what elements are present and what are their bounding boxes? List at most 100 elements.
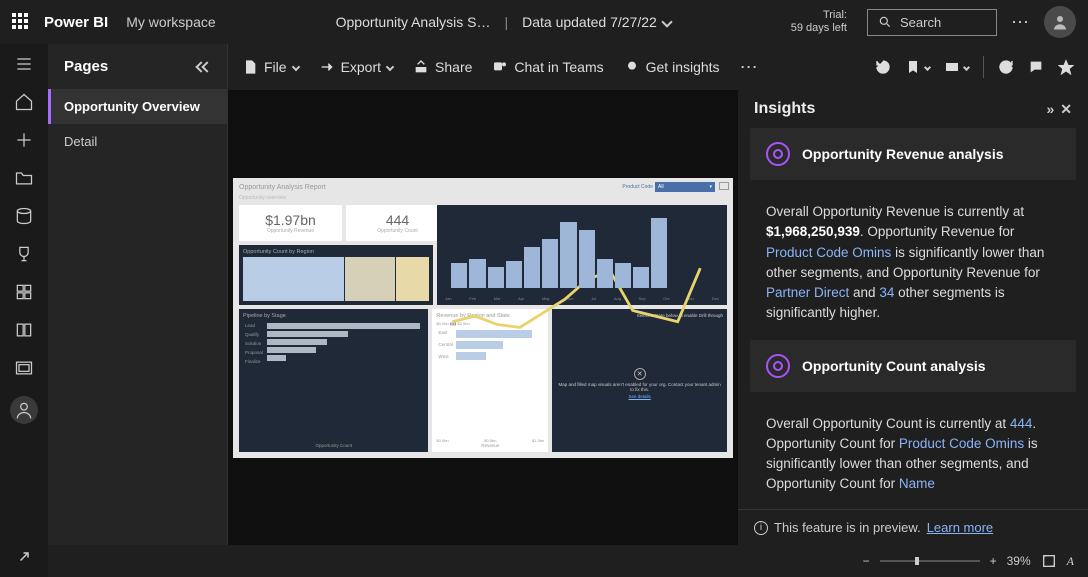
apps-icon[interactable] bbox=[14, 282, 34, 302]
insights-label: Get insights bbox=[646, 59, 720, 75]
user-avatar[interactable] bbox=[1044, 6, 1076, 38]
insights-header: Insights » ✕ bbox=[738, 90, 1088, 128]
get-insights-button[interactable]: Get insights bbox=[624, 59, 720, 75]
file-button[interactable]: File bbox=[242, 59, 299, 75]
report-canvas[interactable]: Product Code All▾ Opportunity Analysis R… bbox=[228, 90, 738, 545]
page-item-detail[interactable]: Detail bbox=[48, 124, 227, 159]
search-icon bbox=[878, 15, 892, 29]
map-see-details-link[interactable]: See details bbox=[629, 394, 651, 399]
export-icon bbox=[319, 59, 335, 75]
trial-days: 59 days left bbox=[791, 22, 847, 35]
star-icon[interactable] bbox=[1058, 59, 1074, 75]
trial-label: Trial: bbox=[791, 9, 847, 22]
share-button[interactable]: Share bbox=[413, 59, 472, 75]
accessibility-icon[interactable]: A bbox=[1067, 554, 1074, 569]
toolbar-more-icon[interactable]: ⋯ bbox=[740, 57, 759, 78]
learn-icon[interactable] bbox=[14, 320, 34, 340]
map-error-text: Map and filled map visuals aren't enable… bbox=[556, 382, 723, 392]
chevron-down-icon bbox=[963, 63, 970, 70]
export-label: Export bbox=[341, 59, 381, 75]
kpi-count-label: Opportunity Count bbox=[377, 228, 418, 234]
pages-panel: Pages Opportunity Overview Detail bbox=[48, 44, 228, 545]
workspaces-icon[interactable] bbox=[14, 358, 34, 378]
chat-label: Chat in Teams bbox=[514, 59, 603, 75]
folder-icon[interactable] bbox=[14, 168, 34, 188]
file-label: File bbox=[264, 59, 287, 75]
dropdown-value: All bbox=[658, 184, 664, 190]
export-button[interactable]: Export bbox=[319, 59, 393, 75]
zoom-out-button[interactable]: − bbox=[863, 554, 870, 568]
insights-title: Insights bbox=[754, 100, 815, 118]
pages-title: Pages bbox=[64, 58, 108, 75]
hbar-chart[interactable]: Revenue by Region and State $0.0bn ▮▮▮ $… bbox=[432, 309, 548, 452]
pages-header: Pages bbox=[48, 44, 227, 89]
kpi-count-value: 444 bbox=[386, 212, 409, 228]
search-input[interactable]: Search bbox=[867, 9, 997, 36]
zoom-slider[interactable] bbox=[880, 560, 980, 562]
insights-footer: i This feature is in preview. Learn more bbox=[738, 509, 1088, 545]
preview-notice: This feature is in preview. bbox=[774, 520, 921, 535]
report-title: Opportunity Analysis Report bbox=[239, 184, 727, 191]
more-options-icon[interactable]: ⋯ bbox=[1011, 12, 1030, 33]
kpi-count-card[interactable]: 444 Opportunity Count bbox=[346, 205, 449, 241]
report-subtitle: Opportunity overview bbox=[239, 195, 727, 201]
data-updated-label: Data updated 7/27/22 bbox=[522, 14, 657, 30]
teams-icon bbox=[492, 59, 508, 75]
data-icon[interactable] bbox=[14, 206, 34, 226]
report-page: Product Code All▾ Opportunity Analysis R… bbox=[233, 178, 733, 458]
separator: | bbox=[504, 14, 508, 30]
page-item-label: Detail bbox=[64, 134, 97, 149]
treemap-region[interactable]: Opportunity Count by Region bbox=[239, 245, 433, 305]
brand-label: Power BI bbox=[44, 14, 108, 31]
workspace-label[interactable]: My workspace bbox=[126, 14, 215, 30]
insight-card-title: Opportunity Count analysis bbox=[802, 358, 986, 374]
funnel-chart[interactable]: Pipeline by Stage LeadQualifySolutionPro… bbox=[239, 309, 428, 452]
collapse-pages-icon[interactable] bbox=[197, 63, 211, 71]
expand-icon[interactable] bbox=[10, 547, 34, 571]
hbar-body: EastCentralWest bbox=[436, 326, 544, 438]
bookmark-icon bbox=[905, 59, 921, 75]
map-visual[interactable]: Select a State below to enable Drill thr… bbox=[552, 309, 727, 452]
share-icon bbox=[413, 59, 429, 75]
app-launcher-icon[interactable] bbox=[12, 13, 30, 31]
my-workspace-icon[interactable] bbox=[10, 396, 38, 424]
fit-page-icon[interactable] bbox=[1041, 553, 1057, 569]
info-icon: i bbox=[754, 521, 768, 535]
combo-chart-body[interactable]: JanFebMarAprMayJunJulAugSepOctNovDec bbox=[437, 205, 727, 305]
collapse-insights-icon[interactable]: » bbox=[1046, 101, 1054, 118]
comment-visual-icon[interactable] bbox=[719, 182, 729, 190]
combo-bars bbox=[441, 209, 723, 296]
insights-body[interactable]: Opportunity Revenue analysisOverall Oppo… bbox=[738, 128, 1088, 509]
comment-icon[interactable] bbox=[1028, 59, 1044, 75]
refresh-icon[interactable] bbox=[998, 59, 1014, 75]
close-insights-icon[interactable]: ✕ bbox=[1060, 101, 1072, 118]
report-name[interactable]: Opportunity Analysis S… bbox=[336, 14, 491, 30]
data-updated-button[interactable]: Data updated 7/27/22 bbox=[522, 14, 671, 30]
zoom-in-button[interactable]: + bbox=[990, 554, 997, 568]
bookmark-button[interactable] bbox=[905, 59, 930, 75]
view-button[interactable] bbox=[944, 59, 969, 75]
funnel-xlabel: Opportunity Count bbox=[243, 443, 424, 448]
home-icon[interactable] bbox=[14, 92, 34, 112]
learn-more-link[interactable]: Learn more bbox=[927, 520, 993, 535]
insight-card-text: Overall Opportunity Revenue is currently… bbox=[750, 190, 1076, 340]
page-item-opportunity-overview[interactable]: Opportunity Overview bbox=[48, 89, 227, 124]
target-icon bbox=[766, 354, 790, 378]
person-icon bbox=[1051, 13, 1069, 31]
chat-teams-button[interactable]: Chat in Teams bbox=[492, 59, 603, 75]
reset-icon[interactable] bbox=[875, 59, 891, 75]
app-header: Power BI My workspace Opportunity Analys… bbox=[0, 0, 1088, 44]
target-icon bbox=[766, 142, 790, 166]
menu-icon[interactable] bbox=[14, 54, 34, 74]
map-hint: Select a State below to enable Drill thr… bbox=[637, 313, 723, 318]
chevron-down-icon bbox=[661, 16, 672, 27]
trophy-icon[interactable] bbox=[14, 244, 34, 264]
view-icon bbox=[944, 59, 960, 75]
funnel-title: Pipeline by Stage bbox=[243, 313, 424, 319]
error-icon: ✕ bbox=[634, 368, 646, 380]
hbar-title: Revenue by Region and State bbox=[436, 313, 544, 319]
kpi-revenue-card[interactable]: $1.97bn Opportunity Revenue bbox=[239, 205, 342, 241]
trial-status: Trial: 59 days left bbox=[791, 9, 847, 35]
product-code-dropdown[interactable]: All▾ bbox=[655, 182, 715, 192]
plus-icon[interactable] bbox=[14, 130, 34, 150]
